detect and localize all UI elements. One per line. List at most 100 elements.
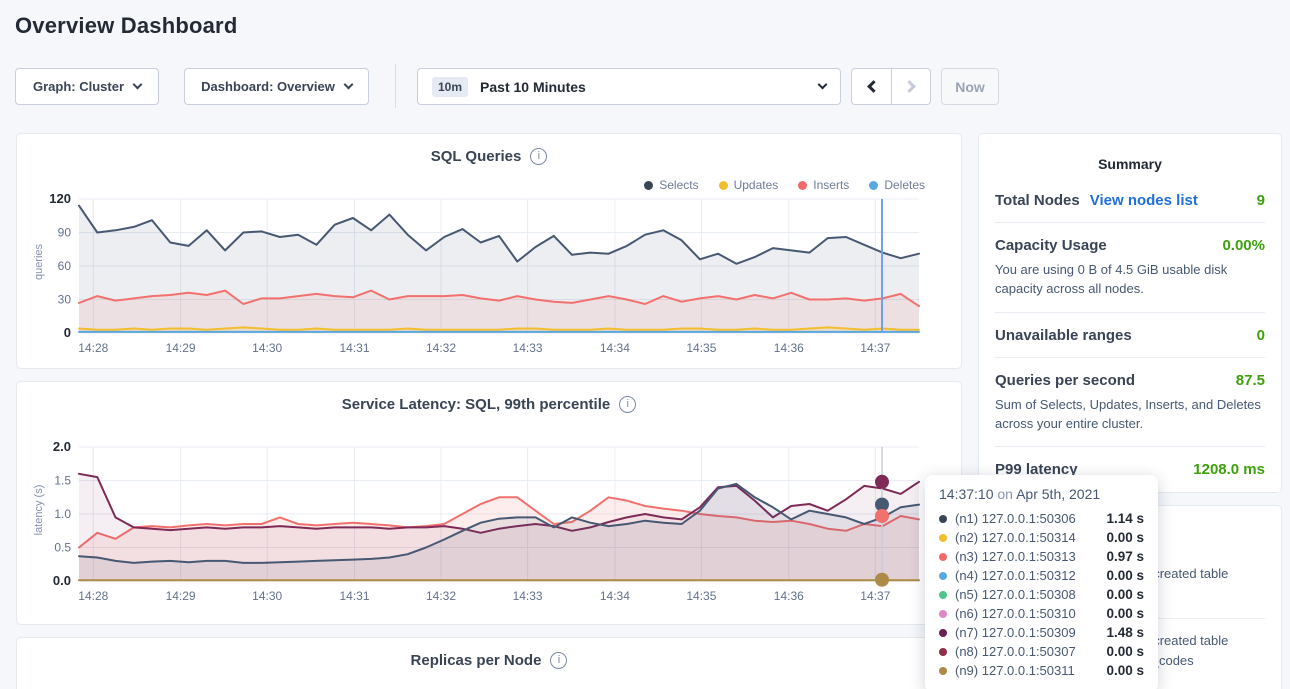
service-latency-chart[interactable]: 0.00.51.01.52.014:2814:2914:3014:3114:32…: [17, 437, 933, 607]
node-address: (n7) 127.0.0.1:50309: [955, 625, 1076, 640]
node-latency-value: 0.97 s: [1106, 549, 1144, 564]
svg-text:14:32: 14:32: [426, 589, 456, 603]
node-color-dot-icon: [939, 667, 947, 675]
node-address: (n4) 127.0.0.1:50312: [955, 568, 1076, 583]
svg-text:1.5: 1.5: [54, 474, 71, 488]
summary-value: 87.5: [1236, 372, 1265, 389]
node-address: (n2) 127.0.0.1:50314: [955, 530, 1076, 545]
svg-text:0.5: 0.5: [54, 541, 71, 555]
svg-text:14:31: 14:31: [339, 341, 369, 355]
summary-description: You are using 0 B of 4.5 GiB usable disk…: [995, 261, 1265, 299]
svg-text:14:36: 14:36: [774, 589, 804, 603]
tooltip-node-row: (n4) 127.0.0.1:50312 0.00 s: [939, 566, 1144, 585]
node-address: (n9) 127.0.0.1:50311: [955, 663, 1075, 678]
svg-text:30: 30: [58, 293, 72, 307]
svg-text:60: 60: [58, 259, 72, 273]
node-color-dot-icon: [939, 648, 947, 656]
tooltip-node-row: (n8) 127.0.0.1:50307 0.00 s: [939, 642, 1144, 661]
svg-text:14:29: 14:29: [166, 589, 196, 603]
svg-text:14:30: 14:30: [252, 341, 282, 355]
chevron-right-icon: [903, 80, 916, 93]
chevron-down-icon: [818, 80, 828, 90]
summary-value: 0.00%: [1222, 237, 1265, 254]
service-latency-panel: Service Latency: SQL, 99th percentile i …: [16, 381, 962, 625]
svg-text:120: 120: [49, 191, 71, 206]
info-icon[interactable]: i: [619, 396, 636, 413]
svg-text:14:29: 14:29: [166, 341, 196, 355]
node-color-dot-icon: [939, 629, 947, 637]
time-window-badge: 10m: [432, 77, 468, 97]
svg-text:14:34: 14:34: [600, 589, 630, 603]
node-latency-value: 1.48 s: [1106, 625, 1144, 640]
summary-row-capacity-usage: Capacity Usage 0.00% You are using 0 B o…: [995, 223, 1265, 313]
node-address: (n1) 127.0.0.1:50306: [955, 511, 1076, 526]
svg-text:90: 90: [58, 226, 72, 240]
svg-text:14:28: 14:28: [78, 341, 108, 355]
svg-text:14:30: 14:30: [252, 589, 282, 603]
node-address: (n3) 127.0.0.1:50313: [955, 549, 1076, 564]
node-latency-value: 0.00 s: [1106, 663, 1144, 678]
tooltip-node-row: (n3) 127.0.0.1:50313 0.97 s: [939, 547, 1144, 566]
info-icon[interactable]: i: [550, 652, 567, 669]
summary-row-unavailable-ranges: Unavailable ranges 0: [995, 313, 1265, 358]
tooltip-node-row: (n7) 127.0.0.1:50309 1.48 s: [939, 623, 1144, 642]
sql-queries-chart[interactable]: 030609012014:2814:2914:3014:3114:3214:33…: [17, 189, 933, 359]
chart-title: Replicas per Node: [411, 652, 542, 669]
svg-text:14:37: 14:37: [860, 341, 890, 355]
time-step-button-group: [851, 68, 931, 105]
time-prev-button[interactable]: [851, 68, 891, 105]
dashboard-dropdown-label: Dashboard: Overview: [201, 79, 335, 94]
summary-value: 9: [1257, 192, 1265, 209]
tooltip-node-row: (n9) 127.0.0.1:50311 0.00 s: [939, 661, 1144, 680]
node-address: (n6) 127.0.0.1:50310: [955, 606, 1076, 621]
svg-text:14:28: 14:28: [78, 589, 108, 603]
overview-dashboard-page: Overview Dashboard Graph: Cluster Dashbo…: [0, 0, 1290, 689]
summary-label: Queries per second: [995, 372, 1135, 389]
graph-dropdown-label: Graph: Cluster: [33, 79, 124, 94]
summary-label: Capacity Usage: [995, 237, 1107, 254]
chart-title: SQL Queries: [431, 148, 522, 165]
summary-description: Sum of Selects, Updates, Inserts, and De…: [995, 396, 1265, 434]
node-latency-value: 0.00 s: [1106, 568, 1144, 583]
node-address: (n8) 127.0.0.1:50307: [955, 644, 1076, 659]
node-color-dot-icon: [939, 553, 947, 561]
summary-panel: Summary Total Nodes View nodes list 9 Ca…: [978, 133, 1282, 493]
tooltip-node-row: (n1) 127.0.0.1:503061.14 s: [939, 509, 1144, 528]
summary-label: Total Nodes: [995, 192, 1080, 209]
now-button[interactable]: Now: [941, 68, 999, 105]
svg-text:14:36: 14:36: [774, 341, 804, 355]
chevron-left-icon: [867, 80, 880, 93]
replicas-per-node-panel: Replicas per Node i: [16, 637, 962, 689]
time-window-label: Past 10 Minutes: [480, 79, 586, 95]
svg-text:14:33: 14:33: [513, 341, 543, 355]
node-color-dot-icon: [939, 534, 947, 542]
info-icon[interactable]: i: [530, 148, 547, 165]
graph-dropdown[interactable]: Graph: Cluster: [15, 68, 159, 105]
node-color-dot-icon: [939, 591, 947, 599]
tooltip-node-row: (n6) 127.0.0.1:50310 0.00 s: [939, 604, 1144, 623]
time-window-selector[interactable]: 10m Past 10 Minutes: [417, 68, 841, 105]
svg-text:14:32: 14:32: [426, 341, 456, 355]
svg-text:14:34: 14:34: [600, 341, 630, 355]
svg-text:14:35: 14:35: [686, 589, 716, 603]
view-nodes-list-link[interactable]: View nodes list: [1090, 192, 1198, 209]
page-title: Overview Dashboard: [15, 13, 237, 39]
svg-text:14:35: 14:35: [686, 341, 716, 355]
svg-text:14:33: 14:33: [513, 589, 543, 603]
dashboard-dropdown[interactable]: Dashboard: Overview: [184, 68, 369, 105]
node-latency-value: 0.00 s: [1106, 606, 1144, 621]
node-address: (n5) 127.0.0.1:50308: [955, 587, 1076, 602]
sql-queries-panel: SQL Queries i SelectsUpdatesInsertsDelet…: [16, 133, 962, 369]
time-next-button[interactable]: [891, 68, 931, 105]
svg-text:14:37: 14:37: [860, 589, 890, 603]
summary-value: 0: [1257, 327, 1265, 344]
tooltip-node-row: (n5) 127.0.0.1:503080.00 s: [939, 585, 1144, 604]
chart-hover-tooltip: 14:37:10 on Apr 5th, 2021 (n1) 127.0.0.1…: [925, 475, 1158, 689]
svg-text:2.0: 2.0: [53, 439, 71, 454]
chart-title: Service Latency: SQL, 99th percentile: [342, 396, 610, 413]
node-color-dot-icon: [939, 610, 947, 618]
tooltip-timestamp: 14:37:10 on Apr 5th, 2021: [939, 486, 1144, 502]
tooltip-node-row: (n2) 127.0.0.1:503140.00 s: [939, 528, 1144, 547]
node-latency-value: 0.00 s: [1106, 644, 1144, 659]
node-color-dot-icon: [939, 572, 947, 580]
